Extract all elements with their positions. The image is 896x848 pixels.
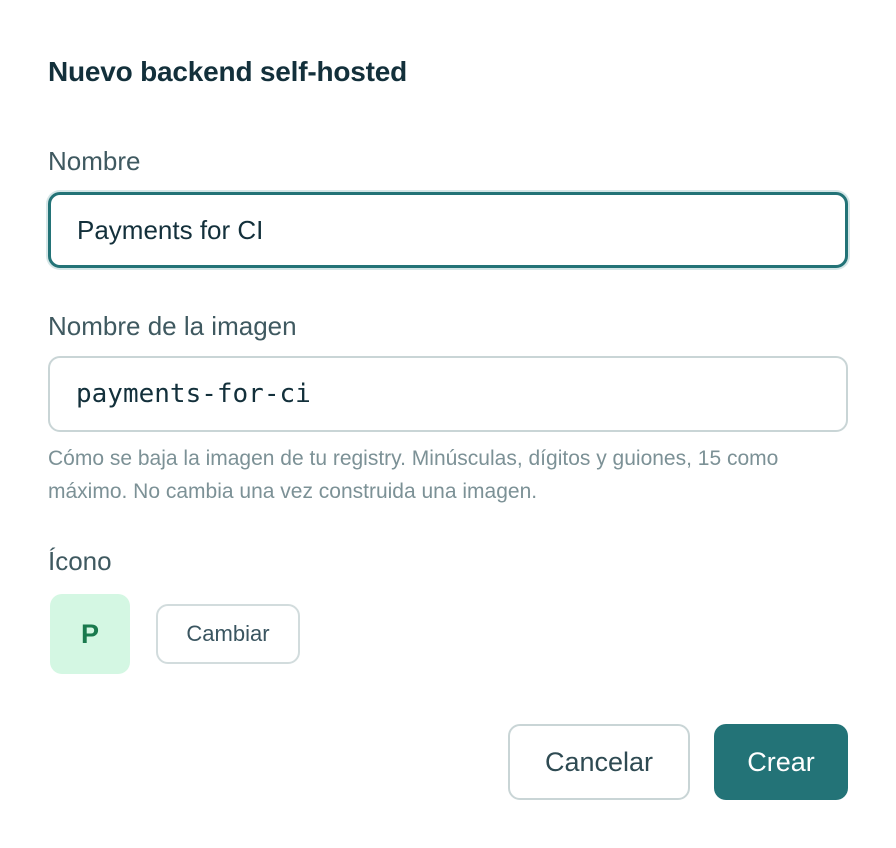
image-name-label: Nombre de la imagen — [48, 311, 297, 341]
dialog-title: Nuevo backend self-hosted — [48, 56, 408, 87]
new-backend-dialog: Nuevo backend self-hosted Nombre Nombre … — [0, 0, 896, 848]
image-name-hint: Cómo se baja la imagen de tu registry. M… — [48, 447, 779, 503]
image-name-input[interactable] — [48, 356, 848, 432]
backend-icon-avatar: P — [50, 594, 130, 674]
cancel-button[interactable]: Cancelar — [508, 724, 690, 800]
name-label: Nombre — [48, 146, 141, 176]
avatar-letter: P — [80, 618, 99, 649]
change-icon-button[interactable]: Cambiar — [156, 604, 300, 664]
create-button[interactable]: Crear — [714, 724, 848, 800]
name-input[interactable] — [48, 192, 848, 268]
icon-label: Ícono — [48, 546, 112, 576]
